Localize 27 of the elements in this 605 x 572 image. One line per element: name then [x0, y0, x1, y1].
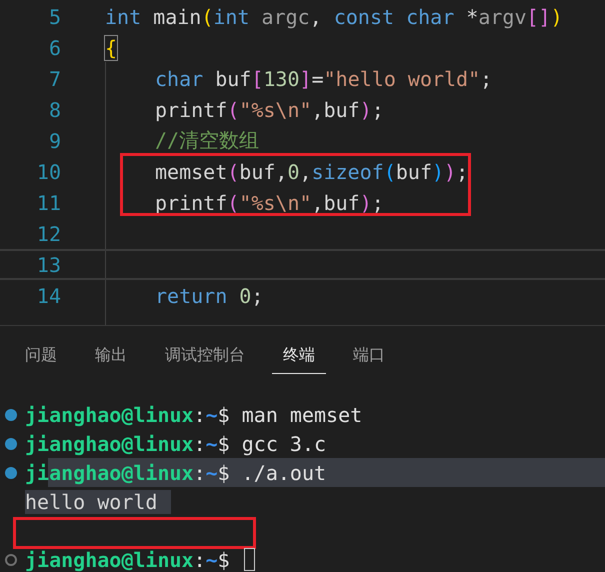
panel-tab[interactable]: 终端 — [272, 340, 326, 374]
panel-tab[interactable]: 调试控制台 — [154, 340, 256, 374]
line-number: 11 — [36, 190, 61, 214]
line-number: 5 — [48, 4, 61, 28]
prompt-line: jianghao@linux:~$ man memset — [25, 402, 362, 426]
code-line: printf("%s\n",buf); — [154, 190, 384, 214]
code-line: //清空数组 — [154, 127, 260, 154]
code-line: return 0; — [154, 284, 264, 308]
panel-tab[interactable]: 端口 — [342, 340, 396, 374]
line-number: 10 — [36, 160, 61, 184]
code-line: char buf[130]="hello world"; — [154, 66, 492, 90]
line-number: 7 — [48, 66, 61, 90]
line-number: 12 — [36, 222, 61, 246]
code-line: printf("%s\n",buf); — [154, 98, 384, 122]
panel-tab[interactable]: 问题 — [14, 340, 68, 374]
code-line: { — [105, 36, 118, 60]
prompt-line: jianghao@linux:~$ ./a.out — [25, 460, 326, 484]
prompt-line: jianghao@linux:~$ gcc 3.c — [25, 432, 326, 456]
code-line: memset(buf,0,sizeof(buf)); — [154, 160, 468, 184]
line-number: 14 — [36, 284, 61, 308]
line-number: 13 — [36, 252, 61, 276]
prompt-line: jianghao@linux:~$ — [25, 548, 230, 572]
line-number: 9 — [48, 128, 61, 152]
code-line: int main(int argc, const char *argv[]) — [105, 4, 563, 28]
panel-tab[interactable]: 输出 — [84, 340, 138, 374]
line-number: 8 — [48, 98, 61, 122]
line-number: 6 — [48, 36, 61, 60]
